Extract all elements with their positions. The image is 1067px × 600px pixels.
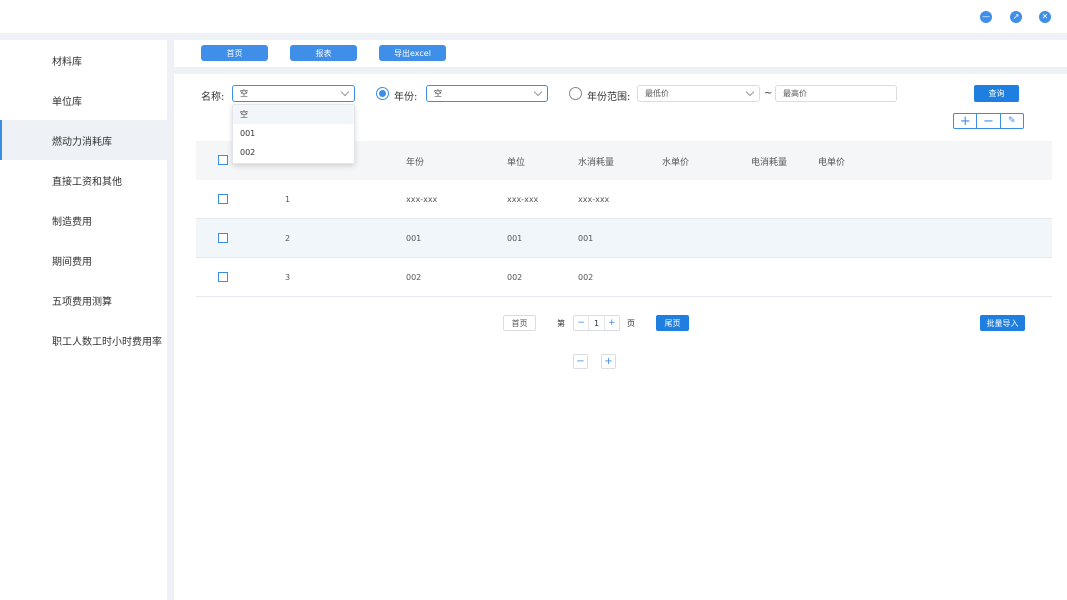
sidebar-item-five-costs[interactable]: 五项费用测算 bbox=[0, 280, 167, 320]
column-header-unit[interactable]: 单位 bbox=[507, 155, 525, 168]
sidebar-item-manufacturing-cost[interactable]: 制造费用 bbox=[0, 200, 167, 240]
cell-water-consumption: 001 bbox=[578, 234, 594, 243]
min-price-placeholder: 最低价 bbox=[645, 89, 669, 98]
maximize-icon[interactable]: ↗ bbox=[1010, 11, 1022, 23]
name-dropdown-menu: 空 001 002 bbox=[232, 104, 355, 164]
page-suffix-label: 页 bbox=[627, 319, 635, 328]
export-excel-button[interactable]: 导出excel bbox=[379, 45, 446, 61]
select-all-checkbox[interactable] bbox=[218, 155, 228, 165]
plus-icon[interactable]: + bbox=[601, 354, 616, 369]
sidebar-item-period-cost[interactable]: 期间费用 bbox=[0, 240, 167, 280]
sidebar-item-label: 期间费用 bbox=[52, 256, 92, 268]
year-range-label: 年份范围: bbox=[587, 92, 631, 103]
max-price-placeholder: 最高价 bbox=[783, 89, 807, 98]
table-row[interactable]: 1 xxx-xxx xxx-xxx xxx-xxx bbox=[196, 180, 1052, 219]
sidebar-item-label: 直接工资和其他 bbox=[52, 176, 122, 188]
title-bar: — ↗ ✕ bbox=[0, 0, 1067, 33]
column-header-power-consumption[interactable]: 电消耗量 bbox=[751, 155, 787, 168]
plus-icon[interactable]: + bbox=[954, 114, 978, 128]
sidebar-item-label: 职工人数工时小时费用率 bbox=[52, 336, 162, 348]
row-index: 2 bbox=[285, 234, 291, 243]
report-button[interactable]: 报表 bbox=[290, 45, 357, 61]
cell-unit: 002 bbox=[507, 273, 523, 282]
table-row[interactable]: 3 002 002 002 bbox=[196, 258, 1052, 297]
max-price-input[interactable]: 最高价 bbox=[775, 85, 897, 102]
page-number-input[interactable]: 1 bbox=[588, 316, 605, 330]
first-page-button[interactable]: 首页 bbox=[503, 315, 536, 331]
toolbar: 首页 报表 导出excel bbox=[174, 40, 1067, 67]
year-radio[interactable] bbox=[376, 87, 389, 100]
sidebar-item-materials[interactable]: 材料库 bbox=[0, 40, 167, 80]
home-button[interactable]: 首页 bbox=[201, 45, 268, 61]
column-header-water-price[interactable]: 水单价 bbox=[662, 155, 689, 168]
cell-water-consumption: 002 bbox=[578, 273, 594, 282]
toolbar-divider bbox=[174, 67, 1067, 74]
bulk-import-button[interactable]: 批量导入 bbox=[980, 315, 1025, 331]
name-filter-label: 名称: bbox=[201, 92, 225, 103]
cell-year: 002 bbox=[406, 273, 422, 282]
edit-icon[interactable]: ✎ bbox=[1001, 114, 1023, 128]
sidebar-item-label: 单位库 bbox=[52, 96, 82, 108]
sidebar-item-units[interactable]: 单位库 bbox=[0, 80, 167, 120]
name-select-value: 空 bbox=[240, 89, 248, 98]
minimize-icon[interactable]: — bbox=[980, 11, 992, 23]
dropdown-option-002[interactable]: 002 bbox=[233, 143, 354, 162]
row-checkbox[interactable] bbox=[218, 272, 228, 282]
year-select[interactable]: 空 bbox=[426, 85, 548, 102]
sidebar-item-labor-rate[interactable]: 职工人数工时小时费用率 bbox=[0, 320, 167, 360]
sidebar-item-label: 五项费用测算 bbox=[52, 296, 112, 308]
sidebar-item-direct-wages[interactable]: 直接工资和其他 bbox=[0, 160, 167, 200]
page-prefix-label: 第 bbox=[557, 319, 565, 328]
row-index: 1 bbox=[285, 195, 291, 204]
row-checkbox[interactable] bbox=[218, 233, 228, 243]
dropdown-option-empty[interactable]: 空 bbox=[233, 105, 354, 124]
minus-icon[interactable]: − bbox=[573, 354, 588, 369]
year-filter-label: 年份: bbox=[394, 92, 418, 103]
minus-icon[interactable]: − bbox=[977, 114, 1001, 128]
row-action-group: + − ✎ bbox=[953, 113, 1024, 129]
range-separator: ~ bbox=[764, 88, 773, 99]
cell-water-consumption: xxx-xxx bbox=[578, 195, 610, 204]
row-checkbox[interactable] bbox=[218, 194, 228, 204]
sidebar-divider bbox=[167, 40, 174, 600]
query-button[interactable]: 查询 bbox=[974, 85, 1019, 102]
column-header-power-price[interactable]: 电单价 bbox=[818, 155, 845, 168]
cell-year: 001 bbox=[406, 234, 422, 243]
last-page-button[interactable]: 尾页 bbox=[656, 315, 689, 331]
page-decrement-icon[interactable]: − bbox=[574, 316, 588, 330]
sidebar-item-label: 燃动力消耗库 bbox=[52, 136, 112, 148]
name-select[interactable]: 空 bbox=[232, 85, 355, 102]
chevron-down-icon bbox=[340, 87, 350, 97]
sidebar-item-label: 制造费用 bbox=[52, 216, 92, 228]
page-increment-icon[interactable]: + bbox=[605, 316, 619, 330]
row-index: 3 bbox=[285, 273, 291, 282]
sidebar-item-label: 材料库 bbox=[52, 56, 82, 68]
sidebar-item-fuel-power[interactable]: 燃动力消耗库 bbox=[0, 120, 167, 160]
chevron-down-icon bbox=[533, 87, 543, 97]
min-price-select[interactable]: 最低价 bbox=[637, 85, 760, 102]
page-stepper: − 1 + bbox=[573, 315, 620, 331]
year-range-radio[interactable] bbox=[569, 87, 582, 100]
table-row[interactable]: 2 001 001 001 bbox=[196, 219, 1052, 258]
dropdown-option-001[interactable]: 001 bbox=[233, 124, 354, 143]
sidebar: 材料库 单位库 燃动力消耗库 直接工资和其他 制造费用 期间费用 五项费用测算 … bbox=[0, 40, 167, 600]
column-header-water-consumption[interactable]: 水消耗量 bbox=[578, 155, 614, 168]
year-select-value: 空 bbox=[434, 89, 442, 98]
cell-year: xxx-xxx bbox=[406, 195, 438, 204]
column-header-year[interactable]: 年份 bbox=[406, 155, 424, 168]
close-icon[interactable]: ✕ bbox=[1039, 11, 1051, 23]
chevron-down-icon bbox=[745, 87, 755, 97]
top-divider bbox=[0, 33, 1067, 40]
cell-unit: 001 bbox=[507, 234, 523, 243]
cell-unit: xxx-xxx bbox=[507, 195, 539, 204]
